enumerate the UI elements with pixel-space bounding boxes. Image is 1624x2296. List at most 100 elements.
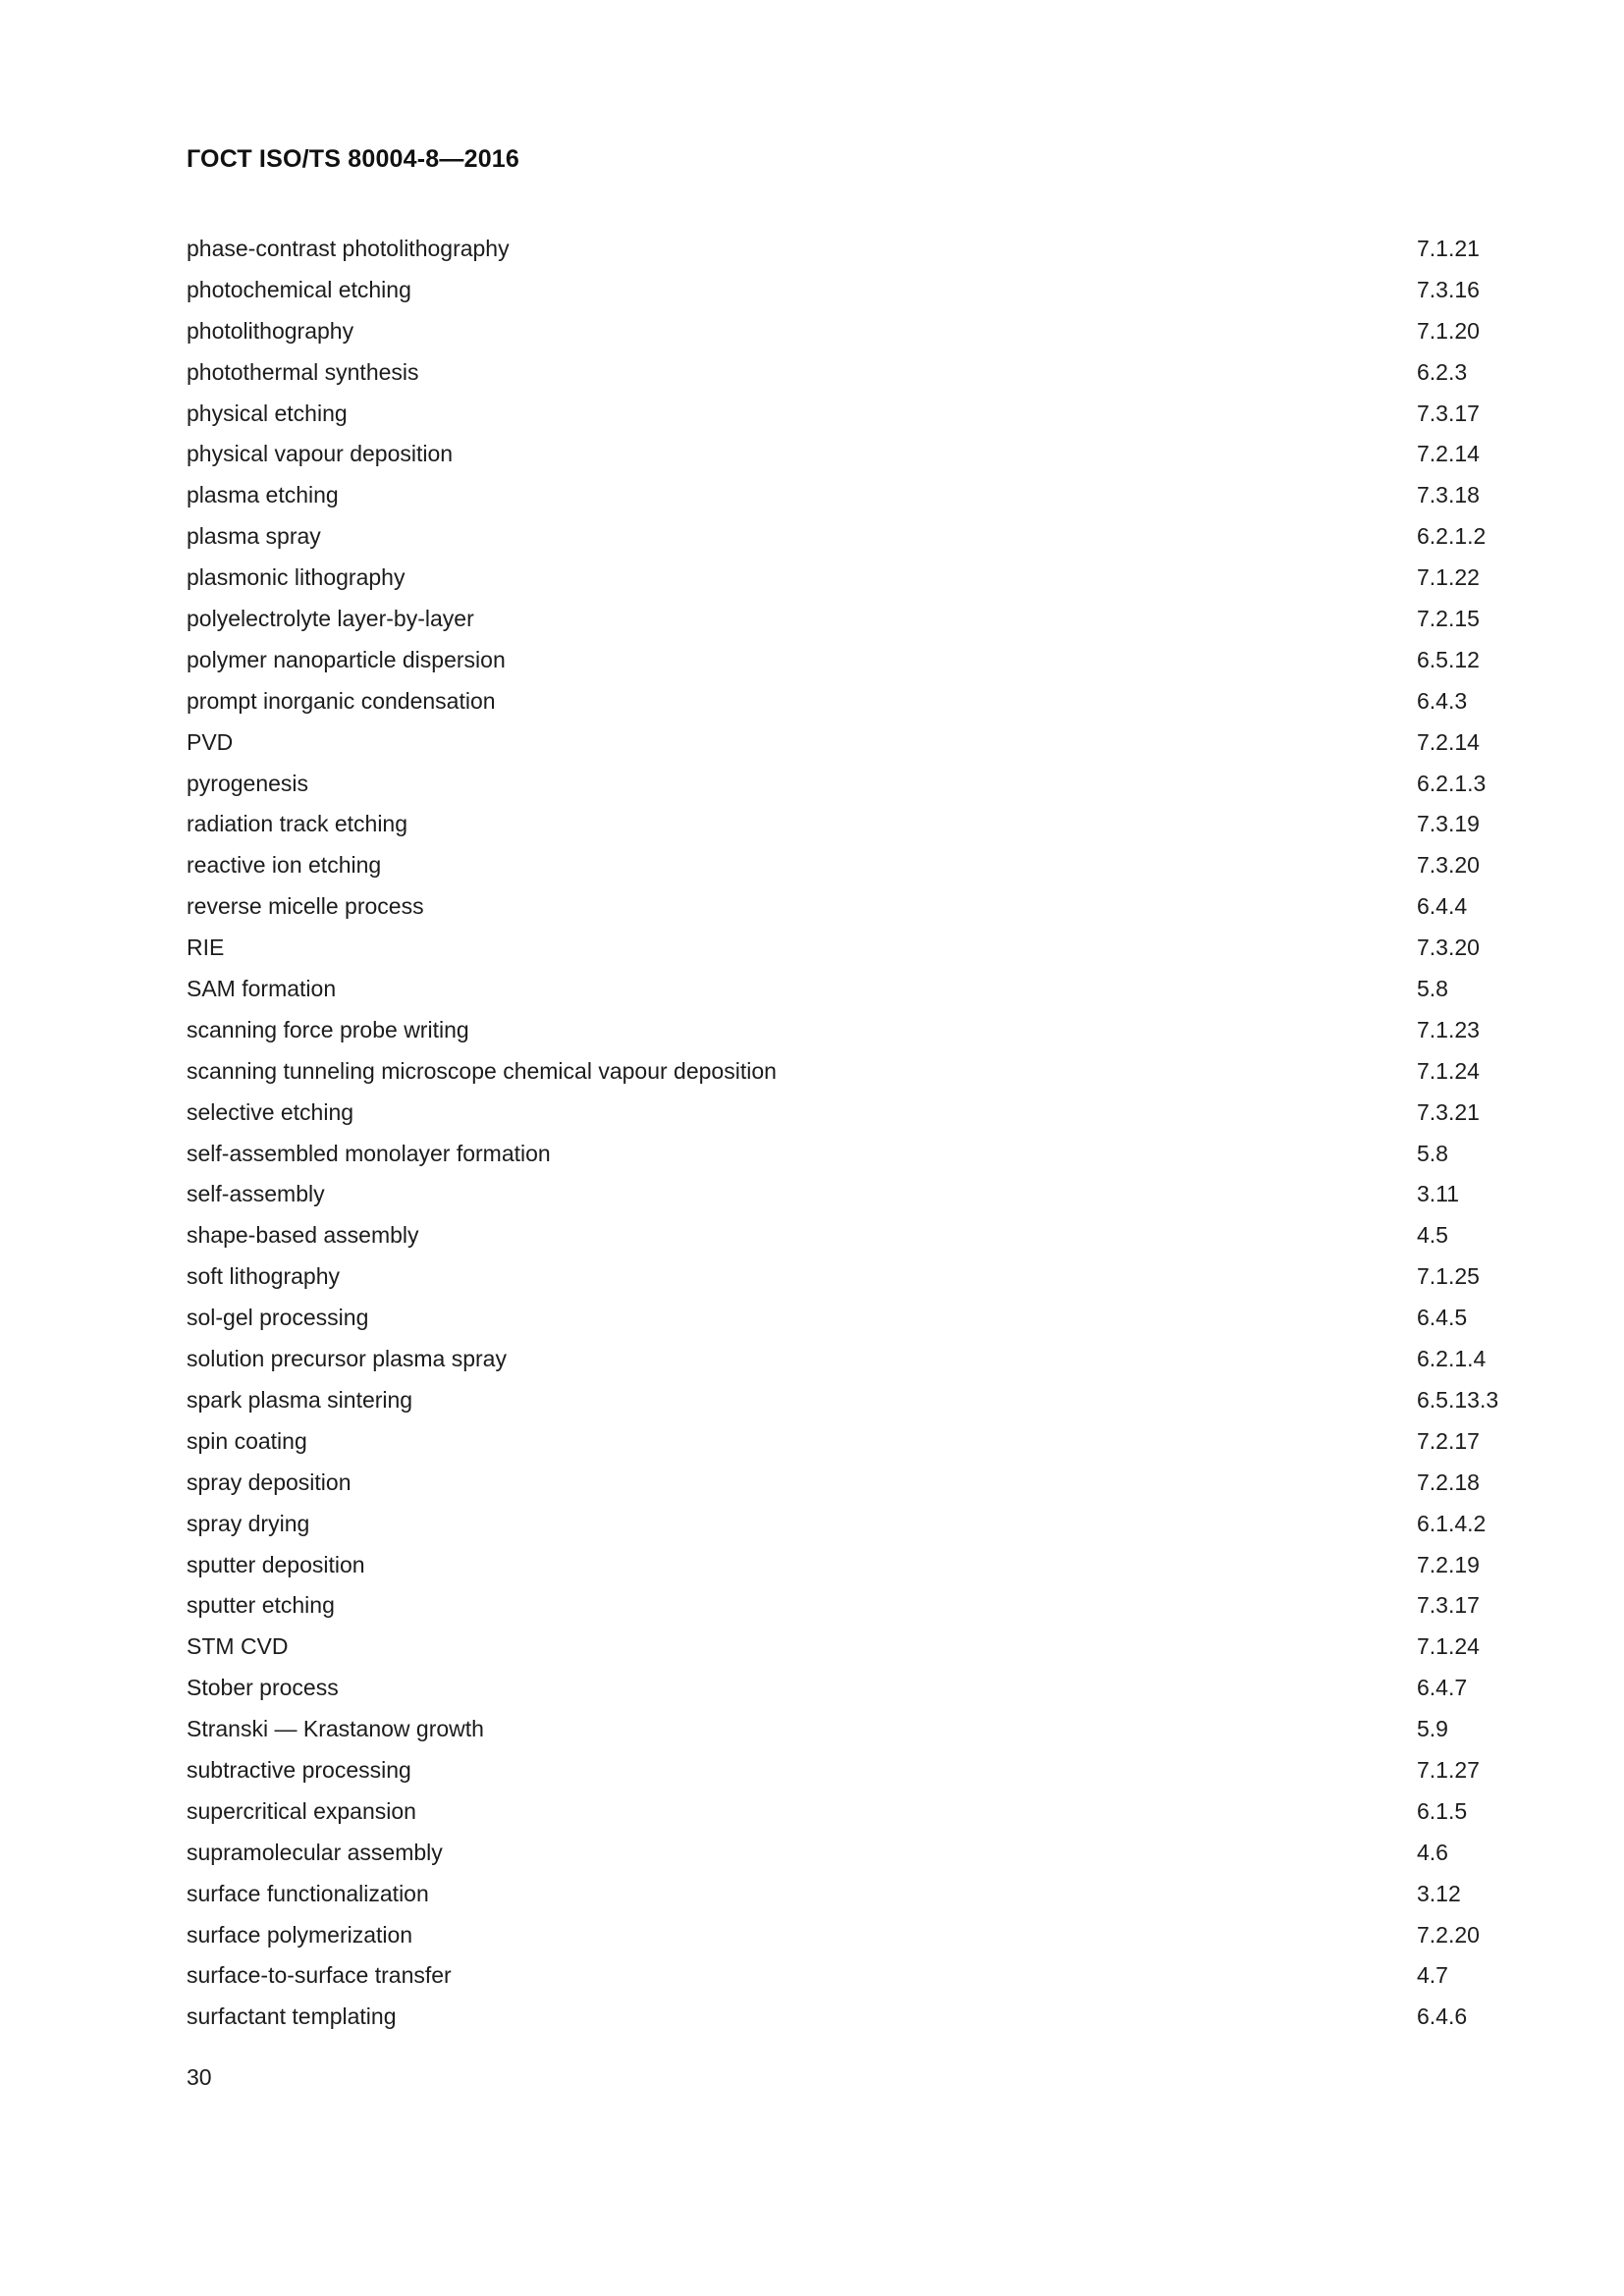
index-entry-reference: 5.8 — [1417, 976, 1448, 1002]
index-entry-term: sol-gel processing — [187, 1305, 369, 1331]
index-entry-row: phase-contrast photolithography 7.1.21 — [187, 229, 1480, 270]
index-entry-row: scanning force probe writing 7.1.23 — [187, 1010, 1480, 1051]
index-entry-reference: 7.3.19 — [1417, 811, 1480, 837]
index-entry-reference: 7.2.18 — [1417, 1468, 1480, 1495]
index-entry-reference: 7.1.27 — [1417, 1756, 1480, 1783]
index-entry-reference: 7.1.24 — [1417, 1057, 1480, 1084]
index-entry-term: surface polymerization — [187, 1921, 413, 1948]
index-entry-row: photochemical etching 7.3.16 — [187, 270, 1480, 311]
index-entry-reference: 6.2.1.3 — [1417, 770, 1487, 796]
index-entry-row: photothermal synthesis 6.2.3 — [187, 352, 1467, 394]
index-entry-term: prompt inorganic condensation — [187, 687, 496, 714]
index-entry-row: polyelectrolyte layer-by-layer 7.2.15 — [187, 599, 1480, 640]
index-entry-term: Stranski — Krastanow growth — [187, 1716, 484, 1742]
index-entry-reference: 4.6 — [1417, 1839, 1448, 1865]
index-entry-term: photolithography — [187, 317, 354, 344]
index-entry-reference: 5.8 — [1417, 1140, 1448, 1166]
index-entry-term: SAM formation — [187, 976, 337, 1002]
index-entry-reference: 7.1.21 — [1417, 236, 1480, 261]
index-entry-row: soft lithography 7.1.25 — [187, 1256, 1480, 1298]
index-entry-term: spray deposition — [187, 1468, 352, 1495]
index-entry-term: photochemical etching — [187, 276, 411, 302]
index-entry-row: prompt inorganic condensation 6.4.3 — [187, 681, 1467, 722]
index-entry-row: sputter etching 7.3.17 — [187, 1585, 1480, 1627]
index-entry-term: reactive ion etching — [187, 852, 382, 879]
index-entry-term: spark plasma sintering — [187, 1386, 413, 1413]
index-entry-reference: 6.5.12 — [1417, 646, 1480, 672]
index-entry-reference: 6.2.3 — [1417, 358, 1468, 385]
index-entry-row: spin coating 7.2.17 — [187, 1421, 1480, 1463]
index-entry-row: physical vapour deposition 7.2.14 — [187, 434, 1480, 475]
index-entry-term: surfactant templating — [187, 2003, 397, 2030]
index-entry-reference: 6.4.4 — [1417, 893, 1468, 920]
index-entry-reference: 7.1.24 — [1417, 1633, 1480, 1660]
index-entry-row: surfactant templating 6.4.6 — [187, 1997, 1467, 2038]
index-entry-term: polyelectrolyte layer-by-layer — [187, 606, 474, 632]
index-entry-reference: 6.1.4.2 — [1417, 1510, 1487, 1536]
index-entry-reference: 7.3.16 — [1417, 276, 1480, 302]
index-entry-reference: 7.3.21 — [1417, 1098, 1480, 1125]
index-entry-row: surface-to-surface transfer 4.7 — [187, 1955, 1448, 1997]
page-number: 30 — [187, 2064, 212, 2090]
index-entry-term: PVD — [187, 728, 234, 755]
index-entry-reference: 7.1.23 — [1417, 1016, 1480, 1042]
index-entry-reference: 7.2.17 — [1417, 1427, 1480, 1454]
index-entry-term: polymer nanoparticle dispersion — [187, 646, 506, 672]
index-entry-reference: 5.9 — [1417, 1716, 1448, 1742]
index-entry-term: STM CVD — [187, 1633, 289, 1660]
index-entry-term: Stober process — [187, 1675, 339, 1701]
index-entry-term: self-assembly — [187, 1181, 325, 1207]
index-entry-reference: 7.2.14 — [1417, 441, 1480, 467]
index-entry-row: photolithography 7.1.20 — [187, 311, 1480, 352]
index-entry-row: physical etching 7.3.17 — [187, 394, 1480, 435]
index-entry-reference: 7.1.20 — [1417, 317, 1480, 344]
alphabetical-index-list: phase-contrast photolithography 7.1.21 pho… — [187, 229, 1498, 2038]
index-entry-row: SAM formation 5.8 — [187, 969, 1448, 1010]
index-entry-reference: 6.2.1.4 — [1417, 1346, 1487, 1372]
index-entry-term: radiation track etching — [187, 811, 408, 837]
index-entry-reference: 7.2.14 — [1417, 728, 1480, 755]
index-entry-row: Stranski — Krastanow growth 5.9 — [187, 1709, 1448, 1750]
index-entry-term: plasma etching — [187, 482, 339, 508]
index-entry-reference: 7.2.20 — [1417, 1921, 1480, 1948]
index-entry-row: plasmonic lithography 7.1.22 — [187, 558, 1480, 599]
index-entry-row: spray drying 6.1.4.2 — [187, 1504, 1486, 1545]
index-entry-row: spray deposition 7.2.18 — [187, 1463, 1480, 1504]
index-entry-term: shape-based assembly — [187, 1222, 419, 1249]
index-entry-term: selective etching — [187, 1098, 354, 1125]
index-entry-row: radiation track etching 7.3.19 — [187, 804, 1480, 845]
index-entry-reference: 7.2.15 — [1417, 606, 1480, 632]
index-entry-term: sputter etching — [187, 1592, 335, 1619]
index-entry-reference: 7.1.25 — [1417, 1263, 1480, 1290]
index-entry-reference: 6.4.6 — [1417, 2003, 1468, 2030]
index-entry-row: surface polymerization 7.2.20 — [187, 1915, 1480, 1956]
index-entry-row: shape-based assembly 4.5 — [187, 1215, 1448, 1256]
index-entry-row: sputter deposition 7.2.19 — [187, 1545, 1480, 1586]
index-entry-term: sputter deposition — [187, 1551, 365, 1577]
index-entry-reference: 6.4.5 — [1417, 1305, 1468, 1331]
index-entry-row: pyrogenesis 6.2.1.3 — [187, 764, 1486, 805]
index-entry-row: sol-gel processing 6.4.5 — [187, 1298, 1467, 1339]
index-entry-term: soft lithography — [187, 1263, 340, 1290]
index-entry-row: surface functionalization 3.12 — [187, 1874, 1461, 1915]
index-entry-row: Stober process 6.4.7 — [187, 1668, 1467, 1709]
index-entry-row: reverse micelle process 6.4.4 — [187, 886, 1467, 928]
index-entry-term: supercritical expansion — [187, 1797, 416, 1824]
index-entry-row: STM CVD 7.1.24 — [187, 1627, 1480, 1668]
index-entry-reference: 7.3.20 — [1417, 934, 1480, 961]
index-entry-reference: 4.5 — [1417, 1222, 1448, 1249]
index-entry-reference: 6.4.3 — [1417, 687, 1468, 714]
index-entry-row: PVD 7.2.14 — [187, 722, 1480, 764]
document-header: ГОСТ ISO/TS 80004-8—2016 — [187, 145, 520, 173]
index-entry-term: scanning tunneling microscope chemical v… — [187, 1057, 777, 1084]
index-entry-reference: 3.12 — [1417, 1880, 1461, 1906]
index-entry-term: solution precursor plasma spray — [187, 1346, 507, 1372]
index-entry-term: physical vapour deposition — [187, 441, 454, 467]
index-entry-reference: 3.11 — [1417, 1181, 1460, 1207]
index-entry-term: RIE — [187, 934, 225, 961]
index-entry-row: self-assembly 3.11 — [187, 1174, 1459, 1215]
index-entry-term: photothermal synthesis — [187, 358, 419, 385]
index-entry-row: RIE 7.3.20 — [187, 928, 1480, 969]
index-entry-row: subtractive processing 7.1.27 — [187, 1750, 1480, 1791]
index-entry-row: polymer nanoparticle dispersion 6.5.12 — [187, 640, 1480, 681]
